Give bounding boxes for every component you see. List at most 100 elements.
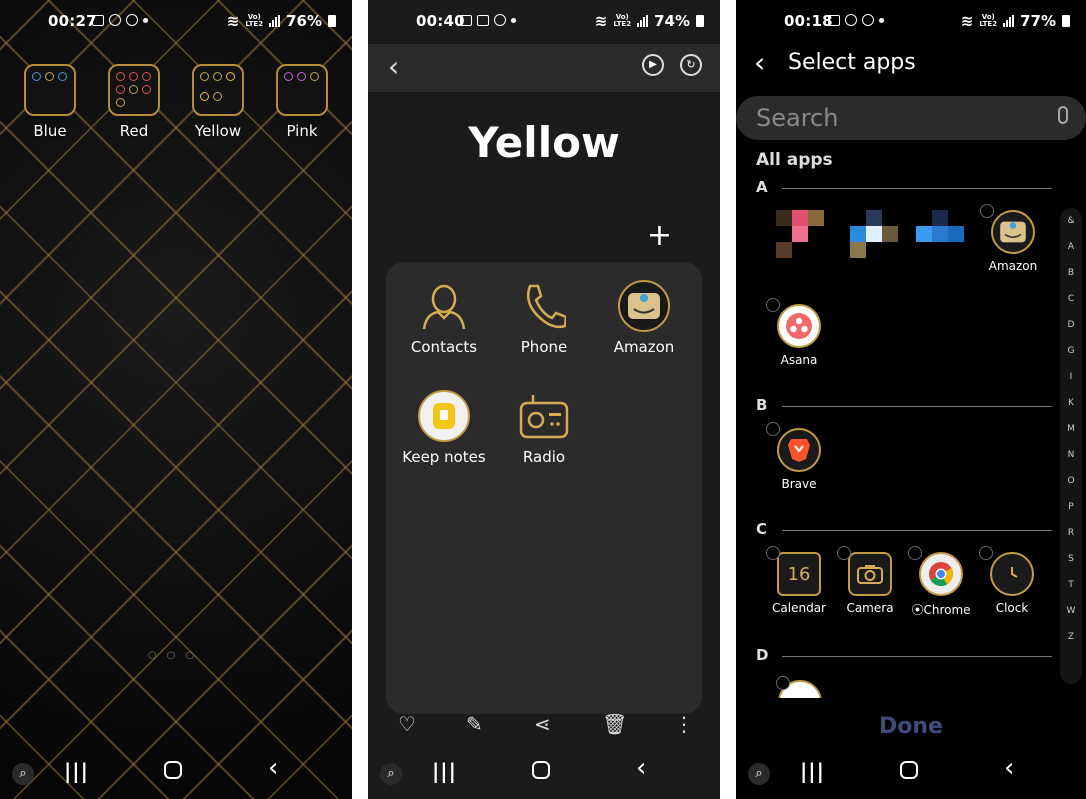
index-letter[interactable]: S [1060, 546, 1082, 572]
select-checkbox[interactable] [908, 546, 922, 560]
share-icon[interactable]: ⋖ [534, 712, 551, 736]
index-letter[interactable]: P [1060, 494, 1082, 520]
play-icon[interactable]: ▶ [642, 54, 664, 76]
recents-button[interactable]: ||| [64, 759, 89, 783]
alphabet-index-scroller[interactable]: & A B C D G I K M N O P R S T W Z [1060, 208, 1082, 684]
back-button[interactable]: ‹ [388, 50, 399, 83]
app-calendar[interactable]: 16 Calendar [764, 546, 834, 615]
system-icons: ≋ Vo) LTE2 74% [595, 12, 704, 30]
recents-button[interactable]: ||| [800, 759, 825, 783]
app-label: Asana [780, 353, 818, 367]
app-keep-notes[interactable]: Keep notes [394, 390, 494, 466]
index-letter[interactable]: O [1060, 468, 1082, 494]
asana-icon [777, 304, 821, 348]
battery-level: 76% [286, 12, 322, 30]
notification-icons [460, 14, 516, 26]
magnifier-icon[interactable]: ⌕ [12, 763, 34, 785]
rotate-icon[interactable]: ↻ [680, 54, 702, 76]
index-letter[interactable]: C [1060, 286, 1082, 312]
blurred-app-icon[interactable] [776, 210, 826, 260]
app-label: Camera [846, 601, 894, 615]
select-checkbox[interactable] [766, 422, 780, 436]
folder-panel: Contacts Phone Amazon Keep notes Radio [386, 262, 702, 714]
app-phone[interactable]: Phone [494, 280, 594, 356]
index-letter[interactable]: B [1060, 260, 1082, 286]
network-type: Vo) LTE2 [613, 13, 632, 28]
folder-icon [276, 64, 328, 116]
back-button[interactable]: ‹ [754, 46, 765, 79]
battery-icon [328, 15, 336, 27]
add-apps-button[interactable]: + [647, 218, 672, 253]
index-letter[interactable]: A [1060, 234, 1082, 260]
select-checkbox[interactable] [979, 546, 993, 560]
index-letter[interactable]: G [1060, 338, 1082, 364]
folder-yellow[interactable]: Yellow [182, 64, 254, 140]
home-button[interactable] [164, 761, 182, 779]
status-time: 00:27 [48, 12, 97, 30]
app-drive-partial[interactable] [776, 676, 822, 698]
all-apps-label: All apps [756, 150, 833, 170]
index-letter[interactable]: R [1060, 520, 1082, 546]
app-radio[interactable]: Radio [494, 390, 594, 466]
more-options-icon[interactable]: ⋮ [674, 712, 694, 736]
index-letter[interactable]: & [1060, 208, 1082, 234]
gallery-notification-icon [828, 14, 840, 26]
magnifier-icon[interactable]: ⌕ [748, 763, 770, 785]
index-letter[interactable]: Z [1060, 624, 1082, 650]
app-clock[interactable]: Clock [977, 546, 1047, 615]
trash-icon[interactable]: 🗑︎ [602, 712, 627, 736]
index-letter[interactable]: M [1060, 416, 1082, 442]
select-checkbox[interactable] [776, 676, 790, 690]
select-checkbox[interactable] [766, 546, 780, 560]
index-letter[interactable]: D [1060, 312, 1082, 338]
select-checkbox[interactable] [837, 546, 851, 560]
recents-button[interactable]: ||| [432, 759, 457, 783]
system-icons: ≋ Vo) LTE2 76% [227, 12, 336, 30]
folder-pink[interactable]: Pink [266, 64, 338, 140]
app-label: Keep notes [402, 448, 486, 466]
home-button[interactable] [900, 761, 918, 779]
status-bar: 00:40 ≋ Vo) LTE2 74% [368, 0, 720, 44]
network-type: Vo) LTE2 [979, 13, 998, 28]
back-button[interactable]: ‹ [268, 753, 278, 783]
app-label: Calendar [772, 601, 826, 615]
index-letter[interactable]: T [1060, 572, 1082, 598]
wifi-icon: ≋ [960, 12, 974, 30]
index-letter[interactable]: I [1060, 364, 1082, 390]
done-button[interactable]: Done [736, 714, 1086, 739]
search-input[interactable]: Search [736, 96, 1086, 140]
app-asana[interactable]: Asana [764, 298, 834, 367]
heart-icon[interactable]: ♡ [398, 712, 416, 736]
magnifier-icon[interactable]: ⌕ [380, 763, 402, 785]
section-header-c: C [756, 520, 1052, 540]
select-apps-screen: 00:18 ≋ Vo) LTE2 77% ‹ Select apps Search… [736, 0, 1086, 799]
back-button[interactable]: ‹ [636, 753, 646, 783]
select-checkbox[interactable] [980, 204, 994, 218]
timer-notification-icon [126, 14, 138, 26]
select-checkbox[interactable] [766, 298, 780, 312]
app-contacts[interactable]: Contacts [394, 280, 494, 356]
index-letter[interactable]: W [1060, 598, 1082, 624]
index-letter[interactable]: K [1060, 390, 1082, 416]
home-button[interactable] [532, 761, 550, 779]
pencil-icon[interactable]: ✎ [466, 712, 483, 736]
app-camera[interactable]: Camera [835, 546, 905, 615]
notification-icons [92, 14, 148, 26]
section-header-b: B [756, 396, 1052, 416]
page-indicator[interactable]: ○○○ [0, 650, 352, 661]
index-letter[interactable]: N [1060, 442, 1082, 468]
blurred-app-icon[interactable] [850, 210, 900, 260]
section-header-a: A [756, 178, 1052, 198]
folder-blue[interactable]: Blue [14, 64, 86, 140]
section-header-d: D [756, 646, 1052, 666]
back-button[interactable]: ‹ [1004, 753, 1014, 783]
wifi-icon: ≋ [594, 12, 608, 30]
app-brave[interactable]: Brave [764, 422, 834, 491]
microphone-icon[interactable] [1058, 106, 1068, 124]
blurred-app-icon[interactable] [916, 210, 966, 260]
app-amazon[interactable]: Amazon [978, 204, 1048, 273]
app-chrome[interactable]: ⦿Chrome [906, 546, 976, 618]
folder-title[interactable]: Yellow [368, 118, 720, 167]
folder-red[interactable]: Red [98, 64, 170, 140]
app-amazon[interactable]: Amazon [594, 280, 694, 356]
